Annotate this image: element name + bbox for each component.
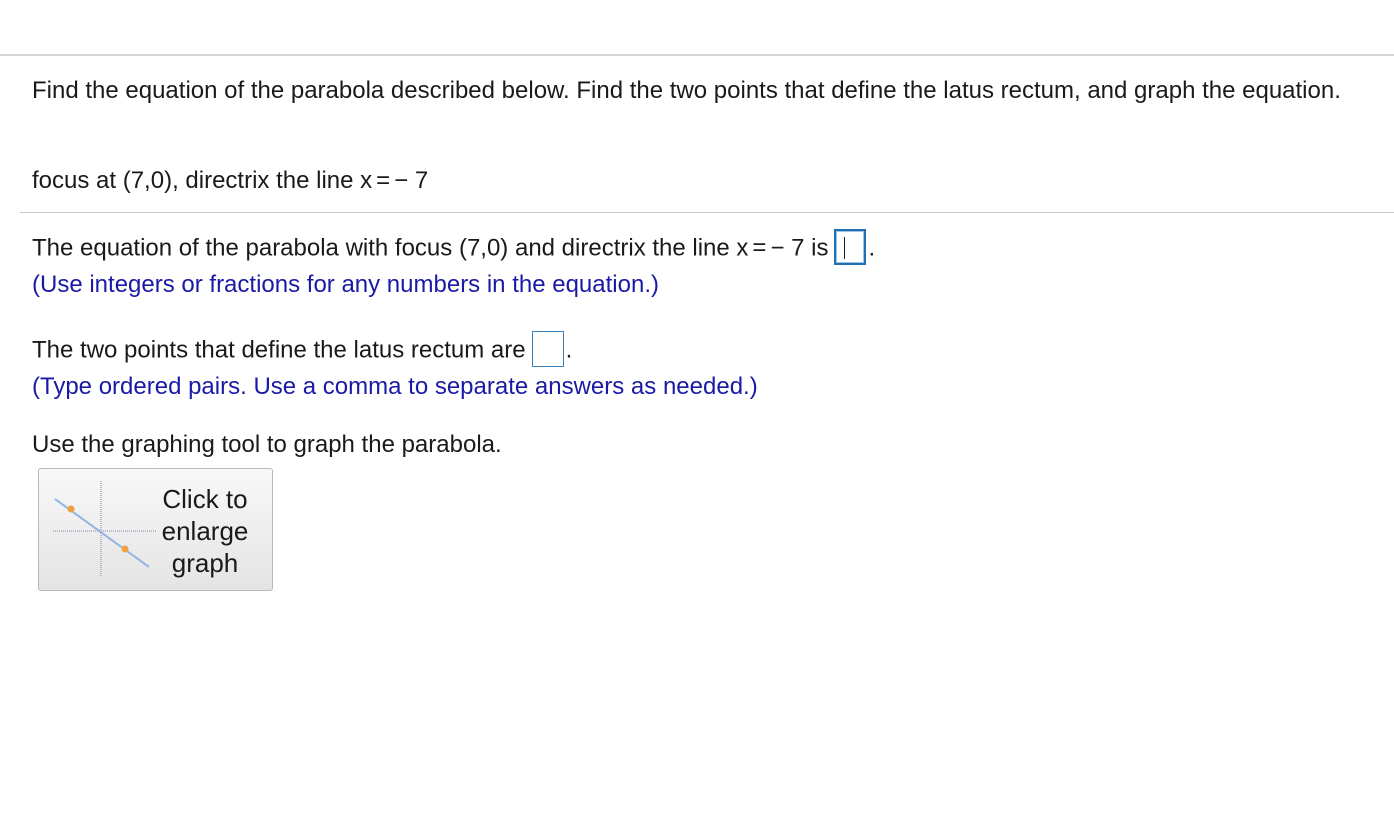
part1-question: The equation of the parabola with focus … [32,229,876,267]
enlarge-graph-label-line2: enlarge [161,516,249,546]
text-caret [844,237,846,259]
graph-thumbnail-icon [53,481,156,577]
part1-operator: = [752,234,767,262]
part2-hint: (Type ordered pairs. Use a comma to sepa… [32,373,758,400]
enlarge-graph-button[interactable]: Click to enlarge graph [38,468,273,591]
enlarge-graph-label-line3: graph [171,548,239,578]
top-divider [0,54,1394,56]
given-prefix: focus at (7,0), directrix the line x [32,167,373,194]
part3-prompt: Use the graphing tool to graph the parab… [32,431,502,458]
part1-value: − 7 is [770,234,829,262]
part1-hint: (Use integers or fractions for any numbe… [32,271,659,298]
section-divider [20,212,1394,213]
given-conditions: focus at (7,0), directrix the line x = − 7 [32,165,428,197]
enlarge-graph-label-line1: Click to [162,484,248,514]
part1-prefix: The equation of the parabola with focus … [32,234,749,262]
question-prompt: Find the equation of the parabola descri… [32,77,1341,104]
enlarge-graph-label: Click to enlarge graph [151,483,259,579]
part2-question: The two points that define the latus rec… [32,331,573,369]
question-page: Find the equation of the parabola descri… [0,0,1394,836]
part1-suffix: . [868,234,876,262]
part2-prefix: The two points that define the latus rec… [32,336,526,364]
equation-answer-input[interactable] [834,229,867,265]
given-value: − 7 [394,167,429,194]
part2-suffix: . [565,336,573,364]
latus-rectum-answer-input[interactable] [531,331,564,367]
given-operator: = [376,167,391,194]
